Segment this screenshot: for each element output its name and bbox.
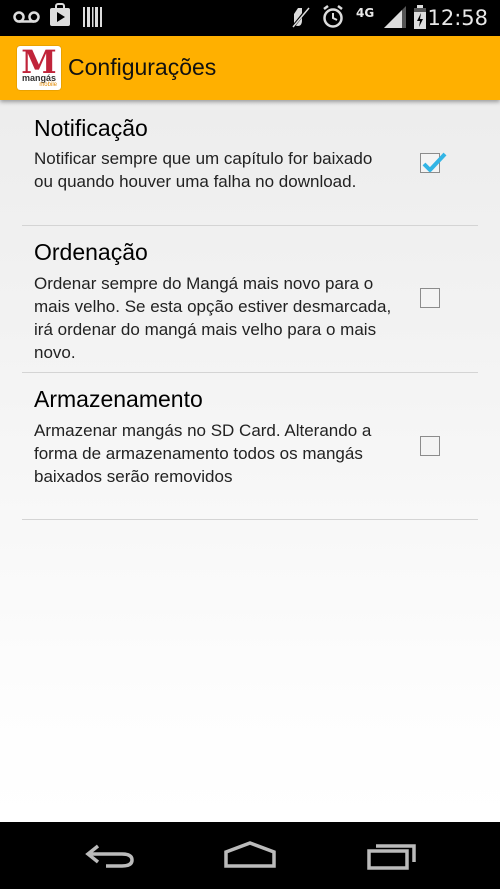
preference-summary: Ordenar sempre do Mangá mais novo para o… (34, 274, 392, 362)
mute-icon (290, 7, 310, 29)
preference-notificacao[interactable]: Notificação Notificar sempre que um capí… (22, 100, 478, 226)
status-bar: 4G 12:58 (0, 0, 500, 36)
signal-icon (384, 6, 406, 28)
logo-subtext: mobile (39, 82, 57, 88)
preference-armazenamento[interactable]: Armazenamento Armazenar mangás no SD Car… (22, 373, 478, 520)
notificacao-checkbox[interactable] (420, 152, 447, 173)
battery-icon (414, 5, 426, 29)
action-bar: M mangás mobile Configurações (0, 36, 500, 100)
clock: 12:58 (427, 6, 488, 30)
navigation-bar (0, 822, 500, 889)
alarm-icon (323, 5, 343, 28)
preference-summary: Notificar sempre que um capítulo for bai… (34, 149, 373, 191)
preference-title: Armazenamento (34, 386, 203, 412)
preference-summary: Armazenar mangás no SD Card. Alterando a… (34, 421, 372, 486)
preference-title: Notificação (34, 115, 148, 141)
ordenacao-checkbox[interactable] (420, 288, 440, 308)
check-mark-icon (422, 152, 447, 172)
home-icon[interactable] (222, 840, 278, 872)
play-store-icon (50, 3, 70, 26)
page-title: Configurações (68, 54, 217, 80)
preference-title: Ordenação (34, 239, 148, 265)
armazenamento-checkbox[interactable] (420, 436, 440, 456)
recent-apps-icon[interactable] (366, 840, 418, 872)
barcode-icon (83, 7, 102, 27)
preference-ordenacao[interactable]: Ordenação Ordenar sempre do Mangá mais n… (22, 226, 478, 373)
voicemail-icon (13, 11, 40, 23)
back-icon[interactable] (84, 840, 138, 872)
app-logo[interactable]: M mangás mobile (17, 46, 61, 90)
network-type: 4G (356, 6, 375, 20)
